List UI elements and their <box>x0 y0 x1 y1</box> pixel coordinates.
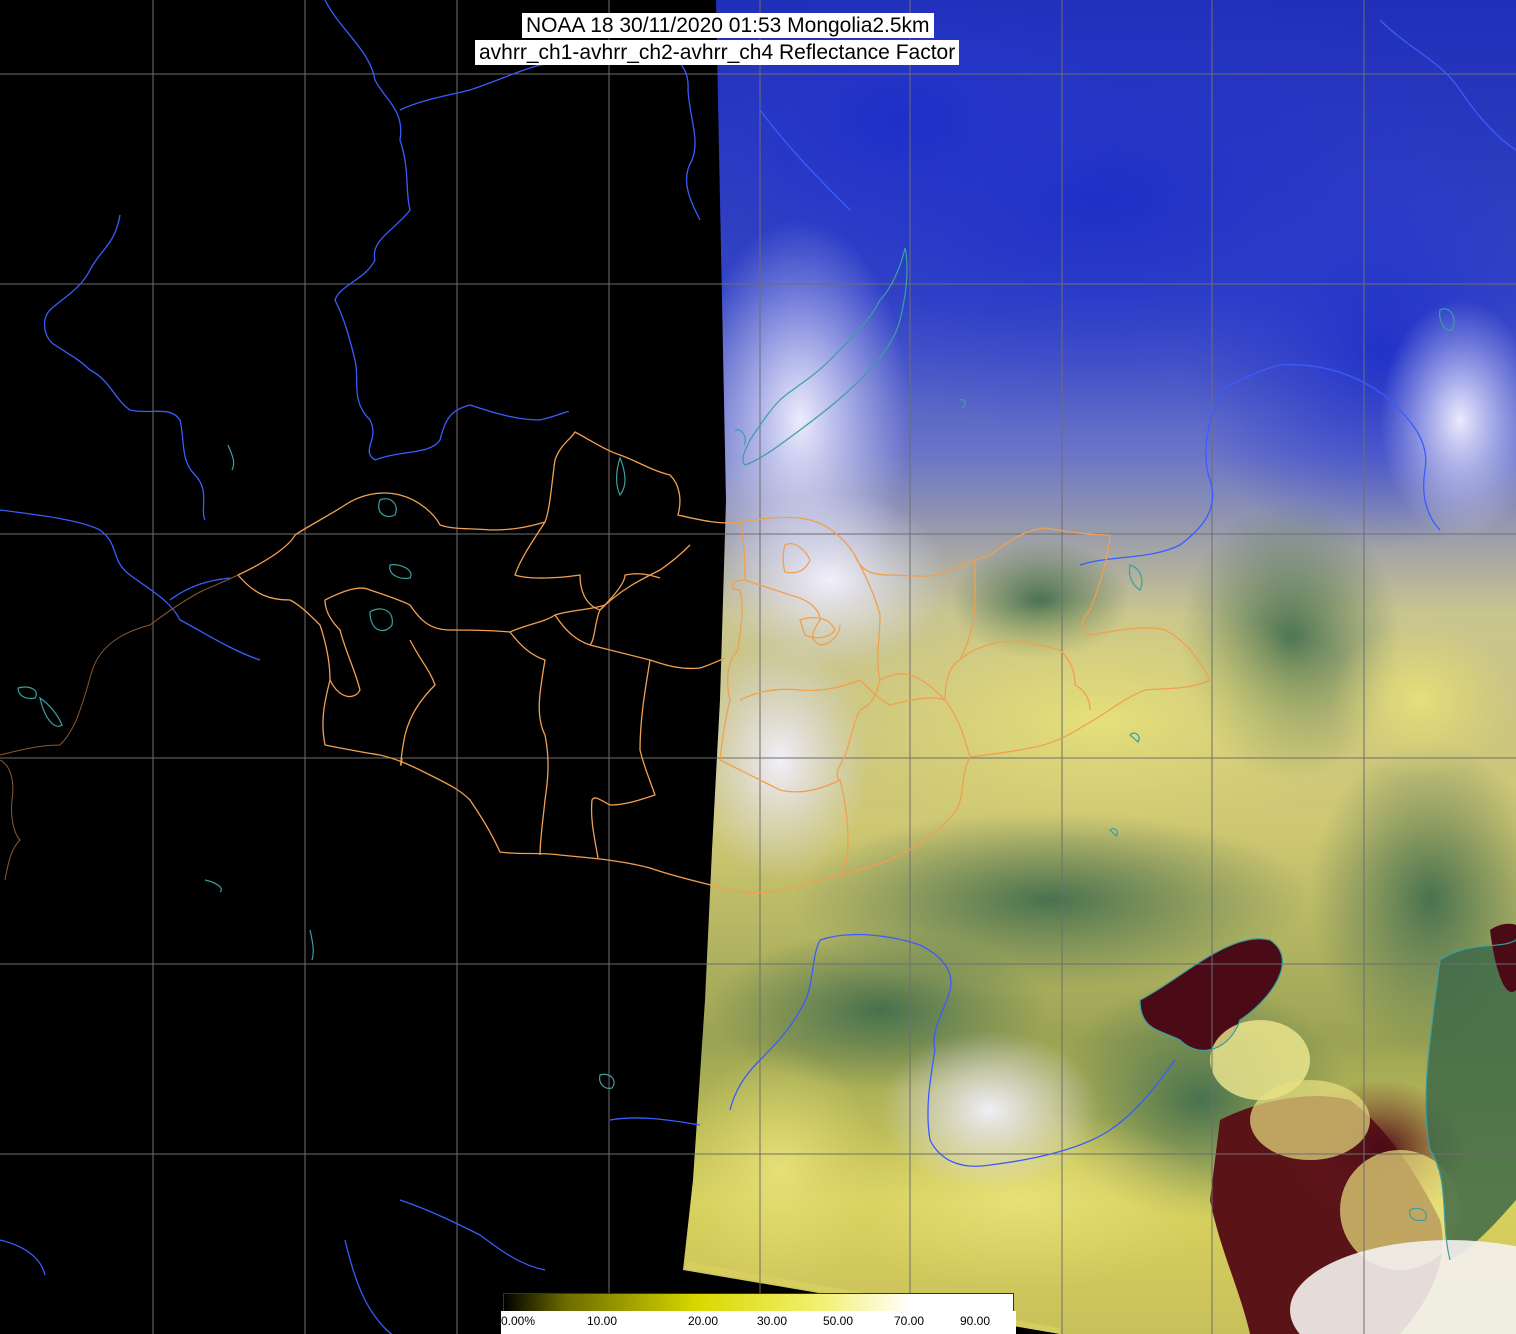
satellite-image-viewer: NOAA 18 30/11/2020 01:53 Mongolia2.5km a… <box>0 0 1516 1334</box>
colorbar-label: 30.00 <box>757 1314 788 1328</box>
colorbar-label: 0.00% <box>501 1314 536 1328</box>
colorbar-gradient <box>503 1293 1014 1312</box>
country-borders-west <box>0 574 239 881</box>
map-title-line2: avhrr_ch1-avhrr_ch2-avhrr_ch4 Reflectanc… <box>475 40 960 65</box>
colorbar-label: 90.00 <box>960 1314 991 1328</box>
satellite-composite-map <box>0 0 1516 1334</box>
satellite-swath <box>683 0 1516 1334</box>
colorbar-label: 70.00 <box>894 1314 925 1328</box>
colorbar-label: 10.00 <box>587 1314 618 1328</box>
map-title-line1: NOAA 18 30/11/2020 01:53 Mongolia2.5km <box>522 13 934 38</box>
colorbar-labels: 0.00% 10.00 20.00 30.00 50.00 70.00 90.0… <box>501 1311 1016 1334</box>
colorbar-label: 50.00 <box>823 1314 854 1328</box>
colorbar-legend: 0.00% 10.00 20.00 30.00 50.00 70.00 90.0… <box>501 1291 1016 1334</box>
colorbar-label: 20.00 <box>688 1314 719 1328</box>
